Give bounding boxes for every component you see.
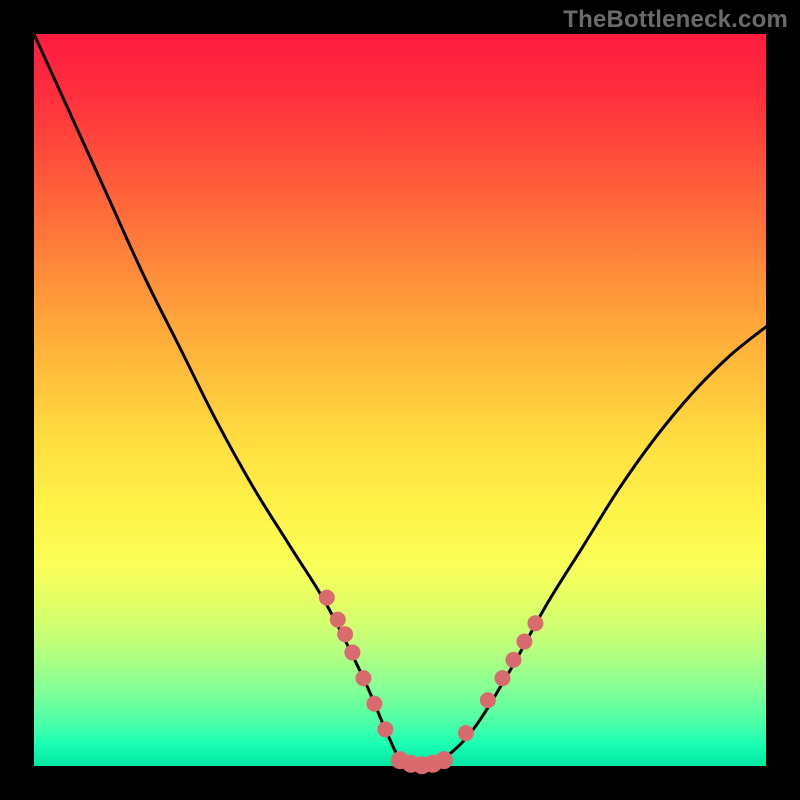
bottleneck-curve [34,34,766,767]
data-marker [337,626,353,642]
data-marker [355,670,371,686]
data-marker [366,696,382,712]
data-marker [505,652,521,668]
data-marker [319,590,335,606]
data-marker [480,692,496,708]
plot-area [34,34,766,766]
data-marker [494,670,510,686]
curve-svg [34,34,766,766]
data-marker [516,634,532,650]
data-marker [330,612,346,628]
chart-frame: TheBottleneck.com [0,0,800,800]
data-marker [377,721,393,737]
watermark-text: TheBottleneck.com [563,6,788,34]
data-marker [458,725,474,741]
data-markers [319,590,544,775]
data-marker [435,751,453,769]
data-marker [527,615,543,631]
data-marker [344,645,360,661]
